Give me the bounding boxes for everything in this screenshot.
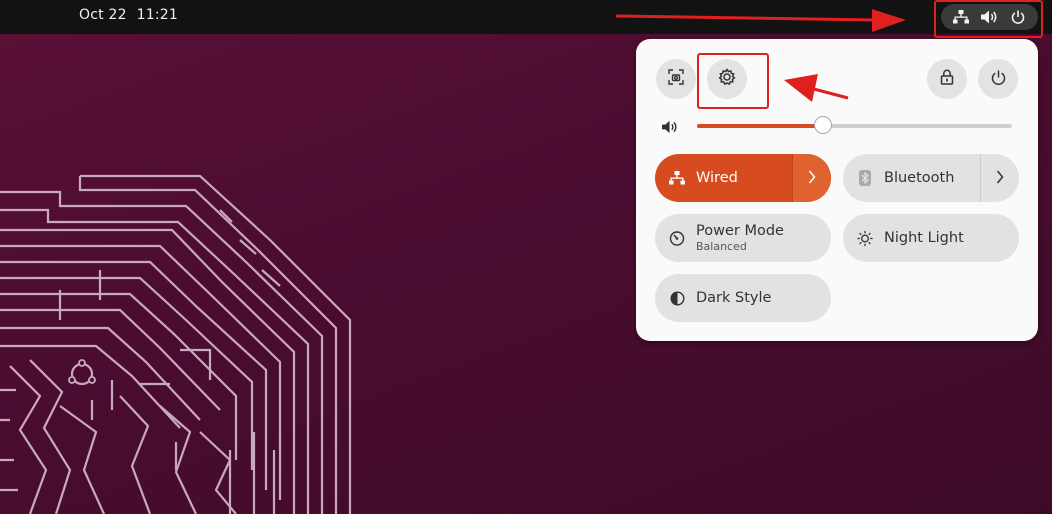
sun-icon: [857, 230, 873, 246]
volume-icon: [662, 119, 678, 138]
wallpaper-maze: [0, 174, 352, 514]
screenshot-icon: [668, 69, 684, 89]
bluetooth-label: Bluetooth: [884, 170, 955, 186]
chevron-right-icon: [808, 169, 816, 188]
screenshot-button[interactable]: [656, 59, 696, 99]
network-wired-icon: [669, 170, 685, 186]
annotation-box-tray: [934, 0, 1043, 38]
lock-screen-button[interactable]: [927, 59, 967, 99]
annotation-arrow-right-icon: [615, 9, 906, 32]
power-icon: [991, 70, 1006, 89]
power-off-button[interactable]: [978, 59, 1018, 99]
night-light-toggle[interactable]: Night Light: [843, 214, 1019, 262]
speedometer-icon: [669, 230, 685, 246]
wired-label: Wired: [696, 170, 738, 186]
lock-icon: [940, 69, 954, 89]
bluetooth-toggle[interactable]: Bluetooth: [843, 154, 1019, 202]
volume-slider-fill: [697, 124, 823, 128]
dark-style-label: Dark Style: [696, 290, 772, 306]
chevron-right-icon: [996, 169, 1004, 188]
power-mode-toggle[interactable]: Power Mode Balanced: [655, 214, 831, 262]
clock[interactable]: Oct 22 11:21: [79, 7, 188, 23]
bluetooth-icon: [857, 170, 873, 186]
power-mode-subtitle: Balanced: [696, 239, 747, 253]
dark-style-toggle[interactable]: Dark Style: [655, 274, 831, 322]
bluetooth-menu-arrow[interactable]: [980, 154, 1019, 202]
wired-toggle[interactable]: Wired: [655, 154, 831, 202]
annotation-arrow-left-icon: [784, 74, 849, 102]
volume-slider[interactable]: [697, 116, 1012, 134]
night-light-label: Night Light: [884, 230, 964, 246]
power-mode-label: Power Mode: [696, 222, 784, 239]
volume-slider-handle[interactable]: [814, 116, 832, 134]
clock-time: 11:21: [136, 7, 179, 23]
wired-menu-arrow[interactable]: [792, 154, 831, 202]
clock-date: Oct 22: [79, 7, 127, 23]
annotation-box-settings: [697, 53, 769, 109]
dark-style-icon: [669, 290, 685, 306]
